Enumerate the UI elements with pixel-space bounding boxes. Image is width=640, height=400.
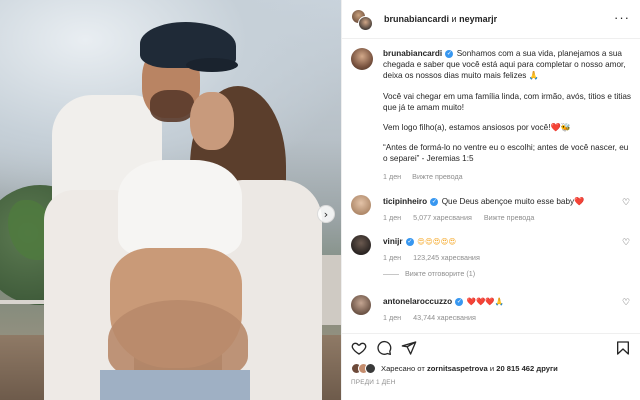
next-photo-button[interactable]: › [317,205,335,223]
author-link-1[interactable]: brunabiancardi [384,14,449,24]
likes-summary: Харесано от zornitsaspetrova и 20 815 46… [351,362,636,376]
more-horizontal-icon[interactable]: ··· [614,10,630,25]
photo-jeans [100,370,250,400]
photo-hands [108,300,248,380]
comments-scroll-area[interactable]: brunabiancardi ✓ Sonhamos com a sua vida… [342,40,640,330]
caption-username[interactable]: brunabiancardi [383,49,442,58]
bookmark-icon[interactable] [615,340,631,356]
verified-badge-icon: ✓ [430,197,439,206]
comment-time: 1 ден [383,213,402,222]
avatar [358,16,373,31]
liker-username[interactable]: zornitsaspetrova [427,364,488,373]
post-side-panel: brunabiancardi и neymarjr ··· brunabianc… [341,0,640,400]
see-translation-button[interactable]: Вижте превода [484,213,534,222]
comment-time: 1 ден [383,253,402,262]
likes-count[interactable]: 20 815 462 [496,364,534,373]
authors-connector: и [451,14,457,24]
view-replies-button[interactable]: Вижте отговорите (1) [383,269,475,278]
heart-icon[interactable] [351,340,367,356]
replies-divider [383,273,399,275]
avatar[interactable] [351,235,371,255]
chevron-right-icon: › [323,207,329,221]
comment-icon[interactable] [376,340,392,356]
caption-paragraph-2: Você vai chegar em uma família linda, co… [383,91,632,112]
view-replies-label: Вижте отговорите (1) [405,269,476,278]
author-link-2[interactable]: neymarjr [459,14,497,24]
photo-man-beard [150,90,194,122]
send-icon[interactable] [401,340,417,356]
comment-text: 😍😍😍😍😍 [417,237,457,246]
likes-middle: и [489,364,495,373]
likes-suffix[interactable]: други [536,364,557,373]
verified-badge-icon: ✓ [445,49,454,58]
comment-likes[interactable]: 5,077 харесвания [413,213,472,222]
comment-username[interactable]: antonelaroccuzzo [383,297,452,306]
post-photo[interactable]: › [0,0,341,400]
post-authors: brunabiancardi и neymarjr [384,14,497,24]
comment-text: Que Deus abençoe muito esse baby❤️ [441,197,585,206]
comment-likes[interactable]: 123,245 харесвания [413,253,480,262]
photo-woman-face [190,92,234,150]
caption-paragraph-3: Vem logo filho(a), estamos ansiosos por … [383,123,571,133]
liker-avatars [351,363,377,375]
caption-meta: 1 ден Вижте превода [383,171,631,182]
action-bar [342,333,640,359]
avatar[interactable] [351,295,371,315]
see-translation-button[interactable]: Вижте превода [412,172,462,181]
post-header: brunabiancardi и neymarjr ··· [342,0,640,39]
comment-likes[interactable]: 43,744 харесвания [413,313,476,322]
post-date: ПРЕДИ 1 ДЕН [351,379,396,386]
verified-badge-icon: ✓ [455,297,464,306]
heart-icon[interactable]: ♡ [622,199,631,208]
comment-username[interactable]: vinijr [383,237,403,246]
heart-icon[interactable]: ♡ [622,239,631,248]
comment-text: ❤️❤️❤️🙏 [466,297,505,306]
avatar[interactable] [351,48,373,70]
photo-cap-brim [186,58,238,72]
collab-avatars[interactable] [351,9,373,31]
avatar [365,363,376,374]
verified-badge-icon: ✓ [405,237,414,246]
caption-time: 1 ден [383,171,402,181]
comment-time: 1 ден [383,313,402,322]
photo-top [118,160,242,256]
comment-meta: 1 ден 123,245 харесвания [383,253,490,262]
comment-meta: 1 ден 5,077 харесвания Вижте превода [383,213,544,222]
likes-prefix: Харесано от [381,364,425,373]
avatar[interactable] [351,195,371,215]
comment-meta: 1 ден 43,744 харесвания [383,313,486,322]
caption-paragraph-4: “Antes de formá-lo no ventre eu o escolh… [383,143,629,164]
comment-username[interactable]: ticipinheiro [383,197,427,206]
heart-icon[interactable]: ♡ [622,299,631,308]
post-container: › brunabiancardi и neymarjr ··· brunabia… [0,0,640,400]
